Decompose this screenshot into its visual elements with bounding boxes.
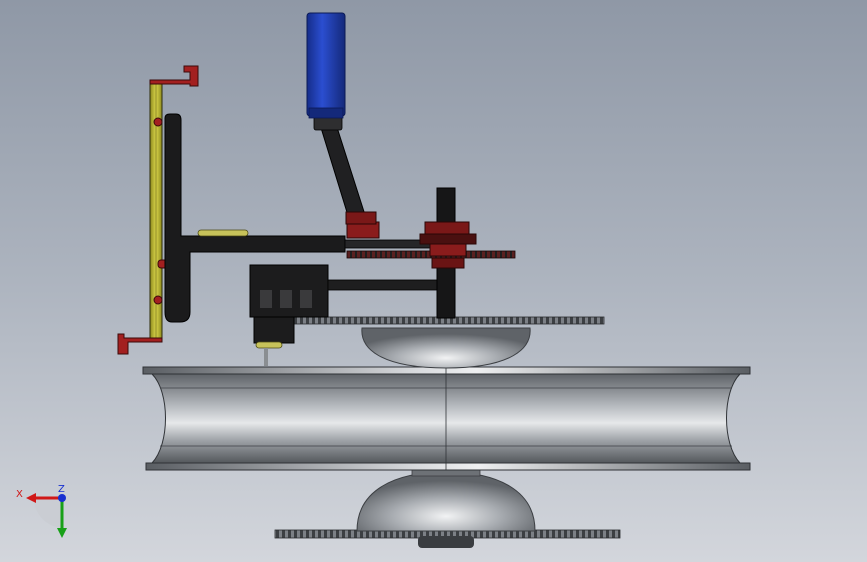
triad-x-label: X (16, 489, 23, 500)
wheel-rim[interactable] (142, 366, 751, 471)
triad-z-label: Z (58, 484, 65, 495)
lower-sprocket[interactable] (274, 529, 621, 548)
lower-hub[interactable] (356, 467, 536, 532)
blue-cylinder[interactable] (306, 12, 346, 119)
cad-viewport[interactable]: X Z (0, 0, 867, 562)
linkage-arm[interactable] (313, 115, 377, 225)
orientation-triad: X Z (16, 484, 67, 538)
upper-hub[interactable] (361, 327, 531, 369)
